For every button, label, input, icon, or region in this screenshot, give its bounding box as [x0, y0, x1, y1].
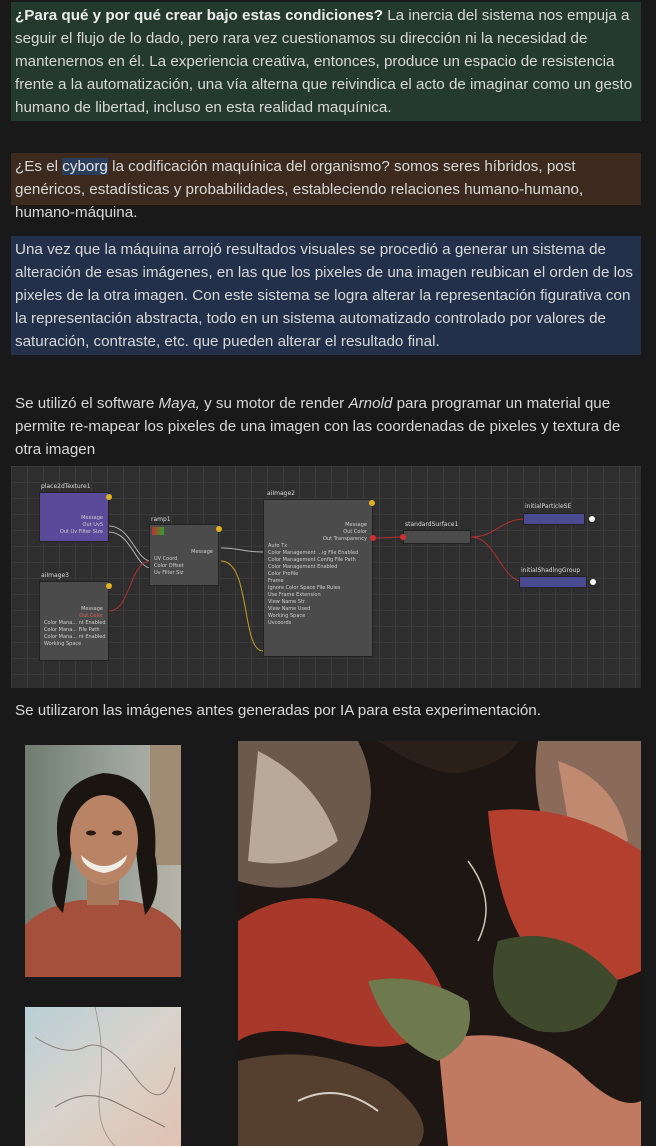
node-row: Out UvS — [82, 522, 103, 528]
node-row: Uv Filter Siz — [154, 570, 184, 576]
intro-paragraph: ¿Para qué y por qué crear bajo estas con… — [11, 2, 641, 121]
node-aiimage3-title: aiImage3 — [41, 572, 69, 579]
node-aiimage3[interactable]: Message Out Color Color Mana... nt Enabl… — [39, 581, 109, 661]
software-paragraph: Se utilizó el software Maya, y su motor … — [15, 392, 643, 461]
port-dot[interactable] — [106, 583, 112, 589]
generated-abstract-image — [238, 741, 641, 1146]
node-row: Out Uv Filter Size — [59, 529, 103, 535]
node-standard-title: standardSurface1 — [405, 521, 459, 528]
node-row: UV Coord — [154, 556, 178, 562]
node-aiimage2[interactable]: Message Out Color Out Transparency Auto … — [263, 499, 373, 657]
node-row: Color Profile — [268, 571, 299, 577]
node-editor: place2dTexture1 Message Out UvS Out Uv F… — [11, 466, 641, 688]
portrait-photo — [25, 745, 181, 977]
arnold-name: Arnold — [348, 395, 393, 412]
node-row: Message — [81, 515, 103, 521]
images-caption: Se utilizaron las imágenes antes generad… — [15, 702, 541, 719]
node-row: Color Mana... nt Enabled — [44, 620, 106, 626]
cyborg-paragraph: ¿Es el cyborg la codificación maquínica … — [11, 153, 641, 221]
port-dot[interactable] — [590, 579, 596, 585]
port-dot[interactable] — [370, 535, 376, 541]
abstract-texture-image — [25, 1007, 181, 1146]
node-row: Color Offset — [154, 563, 184, 569]
node-row: Out Color — [343, 529, 367, 535]
node-shading[interactable] — [519, 576, 587, 588]
node-row: Frame — [268, 578, 284, 584]
node-row: Message — [191, 549, 213, 555]
node-place2d-title: place2dTexture1 — [41, 483, 91, 490]
node-ramp-title: ramp1 — [151, 516, 171, 523]
node-row: Color Mana... nt Enabled — [44, 634, 106, 640]
software-text-1: Se utilizó el software — [15, 395, 159, 412]
node-row: Uvcoords — [268, 620, 292, 626]
node-row: Ignore Color Space File Rules — [268, 585, 341, 591]
node-row: Color Mana... File Path — [44, 627, 100, 633]
node-row: Out Transparency — [322, 536, 367, 542]
node-shading-title: initialShadingGroup — [521, 567, 581, 574]
node-row: Out Color — [79, 613, 103, 619]
node-row: Color Management Enabled — [268, 564, 338, 570]
node-ramp[interactable]: Message UV Coord Color Offset Uv Filter … — [149, 524, 219, 586]
node-row: View Name Str — [268, 599, 305, 605]
node-row: Working Space — [268, 613, 306, 619]
node-row: Message — [81, 606, 103, 612]
node-row: Color Management ...ig File Enabled — [268, 550, 359, 556]
node-standard[interactable] — [403, 530, 471, 544]
node-row: Use Frame Extension — [268, 592, 321, 598]
port-dot[interactable] — [106, 494, 112, 500]
node-particle[interactable] — [523, 513, 585, 525]
node-particle-title: initialParticleSE — [525, 503, 572, 510]
node-place2d[interactable]: Message Out UvS Out Uv Filter Size — [39, 492, 109, 542]
port-dot[interactable] — [589, 516, 595, 522]
node-aiimage2-title: aiImage2 — [267, 490, 295, 497]
cyborg-text-before: ¿Es el — [15, 158, 63, 175]
port-dot[interactable] — [369, 500, 375, 506]
intro-question: ¿Para qué y por qué crear bajo estas con… — [15, 7, 383, 24]
cyborg-highlight: cyborg — [62, 158, 108, 175]
software-text-2: y su motor de render — [199, 395, 349, 412]
node-row: Auto Tx — [268, 543, 288, 549]
port-dot[interactable] — [216, 526, 222, 532]
node-row: View Name Used — [268, 606, 311, 612]
maya-name: Maya, — [158, 395, 200, 412]
node-row: Color Management Config File Path — [268, 557, 356, 563]
process-paragraph: Una vez que la máquina arrojó resultados… — [11, 236, 641, 355]
node-row: Message — [345, 522, 367, 528]
node-row: Working Space — [44, 641, 82, 647]
port-dot[interactable] — [400, 534, 406, 540]
